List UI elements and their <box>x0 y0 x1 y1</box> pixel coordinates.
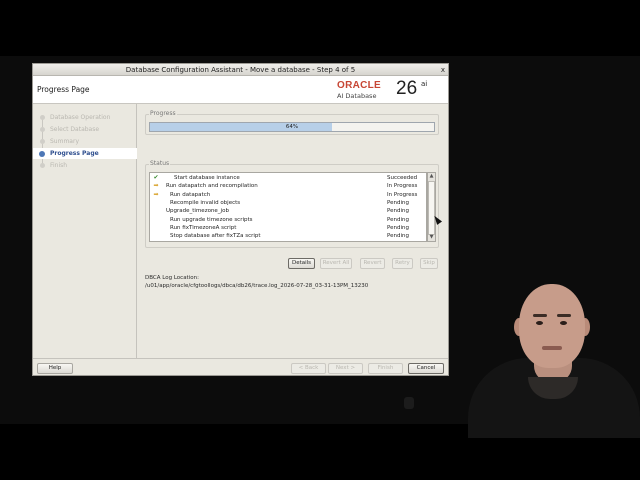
help-button[interactable]: Help <box>37 363 73 374</box>
presenter-eye-left <box>536 321 543 325</box>
status-row-name: Run fixTimezoneA script <box>170 224 237 231</box>
status-row-status: Pending <box>387 224 409 231</box>
dialog-header: Progress Page ORACLE AI Database 26 ai <box>33 76 448 104</box>
status-row[interactable]: Stop database after fixTZa script Pending <box>150 232 426 240</box>
status-row-name: Run datapatch and recompilation <box>166 183 258 190</box>
step-dot-icon <box>40 139 45 144</box>
logo-brand: ORACLE <box>337 80 382 91</box>
progress-bar: 64% <box>149 122 435 132</box>
cancel-button[interactable]: Cancel <box>408 363 444 374</box>
step-navigation: Database Operation Select Database Summa… <box>33 104 137 358</box>
close-icon[interactable]: x <box>441 64 445 76</box>
next-button[interactable]: Next > <box>328 363 363 374</box>
status-row-name: Stop database after fixTZa script <box>170 233 261 240</box>
status-row-name: Start database instance <box>174 175 240 181</box>
nav-item-summary: Summary <box>33 136 137 147</box>
window-title: Database Configuration Assistant - Move … <box>125 66 356 74</box>
nav-item-label: Progress Page <box>50 150 99 157</box>
log-location-path: /u01/app/oracle/cfgtoollogs/dbca/db26/tr… <box>145 283 369 289</box>
status-row-name: Upgrade_timezone_job <box>166 208 229 215</box>
status-group: Status ✔ Start database instance Succeeded… <box>145 160 439 248</box>
status-row[interactable]: ✔ Start database instance Succeeded <box>150 174 426 182</box>
log-location-label: DBCA Log Location: <box>145 275 199 281</box>
finish-button[interactable]: Finish <box>368 363 403 374</box>
retry-button[interactable]: Retry <box>392 258 413 269</box>
status-row-status: Pending <box>387 216 409 223</box>
status-row[interactable]: Run fixTimezoneA script Pending <box>150 224 426 232</box>
presenter-mouth <box>542 346 562 350</box>
page-title: Progress Page <box>37 85 90 94</box>
presenter-head <box>519 284 585 368</box>
status-scrollbar[interactable]: ▲ ▼ <box>427 172 436 242</box>
status-row-name: Run upgrade timezone scripts <box>170 216 253 223</box>
step-dot-icon <box>40 163 45 168</box>
nav-item-label: Database Operation <box>50 114 111 121</box>
status-row-status: Pending <box>387 233 409 240</box>
footer-divider <box>33 358 448 359</box>
revert-button[interactable]: Revert <box>360 258 385 269</box>
nav-item-select-database: Select Database <box>33 124 137 135</box>
nav-item-label: Select Database <box>50 126 100 133</box>
status-row-status: Succeeded <box>387 175 418 181</box>
nav-item-label: Summary <box>50 138 79 145</box>
progress-group: Progress 64% <box>145 110 439 135</box>
status-row-name: Recompile invalid objects <box>170 199 241 206</box>
scroll-up-icon[interactable]: ▲ <box>428 173 435 180</box>
status-row[interactable]: Recompile invalid objects Pending <box>150 199 426 207</box>
logo-version: 26 <box>396 78 418 99</box>
presenter-eye-right <box>560 321 567 325</box>
channel-watermark-icon <box>404 397 414 409</box>
status-row[interactable]: ➡ Run datapatch and recompilation In Progr… <box>150 182 426 190</box>
status-row[interactable]: Upgrade_timezone_job Pending <box>150 207 426 215</box>
progress-percent: 64% <box>285 124 299 130</box>
skip-button[interactable]: Skip <box>420 258 438 269</box>
in-progress-icon: ➡ <box>153 182 159 190</box>
status-list[interactable]: ✔ Start database instance Succeeded ➡ Run da… <box>149 172 427 242</box>
nav-item-finish: Finish <box>33 160 137 171</box>
step-dot-icon <box>40 127 45 132</box>
revert-all-button[interactable]: Revert All <box>320 258 352 269</box>
step-dot-icon <box>39 150 45 157</box>
status-row-status: Pending <box>387 199 409 206</box>
status-group-label: Status <box>149 160 171 168</box>
details-button[interactable]: Details <box>288 258 315 269</box>
status-row-name: Run datapatch <box>170 191 211 198</box>
status-row[interactable]: ➡ Run datapatch In Progress <box>150 191 426 199</box>
presenter-brow-right <box>557 314 571 317</box>
status-row[interactable]: Run upgrade timezone scripts Pending <box>150 216 426 224</box>
check-icon: ✔ <box>153 174 159 181</box>
status-row-status: In Progress <box>387 183 418 190</box>
window-titlebar[interactable]: Database Configuration Assistant - Move … <box>33 64 448 76</box>
scroll-down-icon[interactable]: ▼ <box>428 234 435 241</box>
progress-group-label: Progress <box>149 110 177 118</box>
nav-item-progress-page: Progress Page <box>33 148 137 159</box>
in-progress-icon: ➡ <box>153 190 159 198</box>
dbca-dialog: Database Configuration Assistant - Move … <box>32 63 449 376</box>
oracle-logo: ORACLE AI Database 26 ai <box>337 79 439 101</box>
status-row-status: Pending <box>387 208 409 215</box>
logo-suffix: ai <box>421 80 428 88</box>
scroll-thumb[interactable] <box>428 181 435 235</box>
step-dot-icon <box>40 115 45 120</box>
logo-product: AI Database <box>337 92 377 100</box>
presenter-webcam <box>462 282 640 438</box>
status-row-status: In Progress <box>387 191 418 198</box>
nav-item-database-operation: Database Operation <box>33 112 137 123</box>
nav-item-label: Finish <box>50 162 68 169</box>
back-button[interactable]: < Back <box>291 363 326 374</box>
presenter-brow-left <box>533 314 547 317</box>
